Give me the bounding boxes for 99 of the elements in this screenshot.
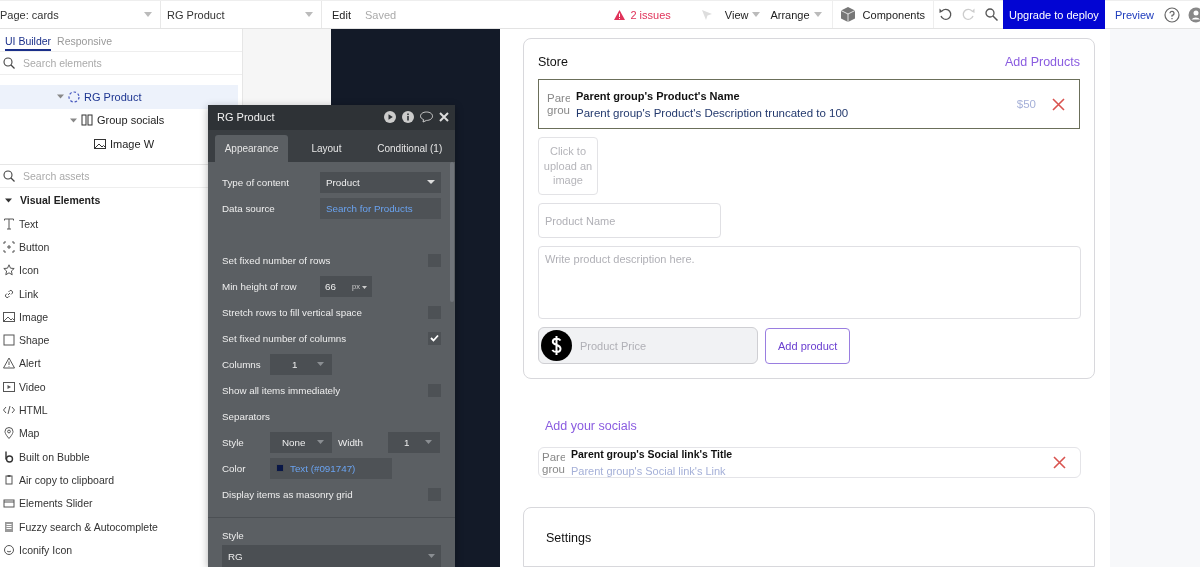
edit-menu[interactable]: Edit (332, 8, 351, 21)
card-title: Settings (546, 531, 592, 545)
product-price: $50 (1016, 98, 1036, 110)
bubble-logo-icon (3, 450, 15, 463)
caret-icon (752, 12, 761, 17)
style-dropdown[interactable]: RG (222, 545, 441, 567)
caret-icon (317, 440, 324, 444)
save-status: Saved (364, 8, 397, 21)
caret-icon (57, 93, 64, 101)
menu-item[interactable]: Arrange (770, 8, 822, 21)
search-icon (3, 57, 15, 69)
image-alt-text: Pare grou (547, 92, 570, 116)
image-alt-text: Pare grou (542, 450, 565, 475)
socials-heading: Add your socials (545, 419, 638, 433)
clipboard-icon (3, 473, 15, 486)
square-icon (3, 334, 15, 347)
search-field[interactable]: Search elements (21, 56, 221, 70)
add-products-link[interactable]: Add Products (1004, 55, 1080, 69)
add-product-button[interactable]: Add product (765, 327, 851, 364)
search-icon (3, 170, 15, 182)
upgrade-button[interactable]: Upgrade to deploy (1002, 0, 1105, 29)
card-title: Store (538, 55, 568, 69)
search-icon[interactable] (984, 8, 998, 21)
image-icon (94, 137, 106, 150)
search-field[interactable]: Search assets (21, 169, 221, 183)
map-pin-icon (3, 427, 15, 440)
caret-icon (5, 196, 12, 204)
components-button[interactable]: Components (831, 1, 934, 28)
caret-icon (813, 12, 822, 17)
scrollbar[interactable] (450, 162, 454, 302)
help-icon[interactable] (1164, 6, 1180, 23)
caret-icon (144, 12, 152, 17)
product-name: Parent group's Product's Name (576, 89, 741, 102)
button-icon (3, 240, 15, 253)
info-icon[interactable] (402, 111, 414, 124)
play-icon[interactable] (384, 111, 396, 124)
caret-icon (305, 12, 313, 17)
video-icon (3, 380, 15, 393)
smiley-icon (3, 543, 15, 556)
undo-icon[interactable] (938, 8, 952, 21)
editor-title: RG Product (217, 111, 275, 124)
field-label: Width (338, 436, 365, 448)
image-icon (3, 310, 15, 323)
issues-link[interactable]: 2 issues (614, 8, 671, 21)
checkbox[interactable] (428, 331, 441, 345)
group-icon (81, 114, 93, 127)
document-icon (3, 520, 15, 533)
code-icon (3, 404, 15, 416)
cube-icon (840, 7, 855, 22)
field-label: Style (222, 436, 245, 448)
field-label: Color (222, 462, 247, 474)
width-dropdown[interactable]: 1 (388, 431, 440, 453)
tree-item[interactable]: RG Product (0, 85, 238, 109)
field-label: Data source (222, 202, 276, 214)
page-dropdown[interactable]: Page: cards (0, 1, 161, 28)
star-icon (3, 264, 15, 277)
description-field[interactable]: Write product description here. (538, 246, 1081, 319)
caret-icon (428, 554, 435, 558)
field-label: Set fixed number of columns (222, 332, 348, 344)
alert-icon (3, 357, 15, 370)
editor-tab[interactable]: Conditional (1) (364, 135, 455, 162)
caret-icon (70, 116, 77, 124)
asset-item[interactable]: Text (0, 212, 242, 236)
section-label: Separators (222, 410, 271, 422)
caret-icon (427, 180, 435, 184)
dollar-icon (541, 330, 572, 361)
caret-icon (317, 362, 324, 366)
product-description: Parent group's Product's Description truncated to 100 (576, 106, 850, 119)
text-icon (3, 217, 15, 230)
avatar-icon[interactable] (1188, 6, 1200, 23)
caret-icon (362, 285, 367, 289)
columns-dropdown[interactable]: 1 (270, 353, 332, 375)
field-label: Min height of row (222, 280, 298, 292)
field-label: Set fixed number of rows (222, 254, 332, 266)
preview-link[interactable]: Preview (1114, 8, 1154, 21)
checkmark-icon (430, 334, 439, 342)
comment-icon[interactable] (420, 111, 433, 124)
link-icon (3, 287, 15, 300)
section-label: Style (222, 530, 244, 541)
editor-tab[interactable]: Layout (288, 135, 365, 162)
repeating-group-icon (68, 90, 80, 103)
field-label: Display items as masonry grid (222, 488, 354, 500)
menu-item[interactable]: View (724, 8, 761, 21)
editor-tab[interactable]: Appearance (215, 135, 289, 162)
price-field[interactable]: Product Price (538, 327, 758, 364)
slider-icon (3, 497, 15, 510)
panel-tab[interactable]: UI Builder (5, 35, 52, 51)
style-dropdown[interactable]: None (270, 431, 332, 453)
element-dropdown[interactable]: RG Product (161, 1, 322, 28)
field-label: Columns (222, 358, 262, 370)
content-type-dropdown[interactable]: Product (320, 171, 441, 193)
caret-icon (425, 440, 432, 444)
warning-icon (614, 9, 626, 20)
field-label: Show all items immediately (222, 384, 342, 396)
product-name-field[interactable]: Product Name (538, 203, 721, 238)
social-link-url: Parent group's Social link's Link (571, 465, 727, 477)
social-link-title: Parent group's Social link's Title (571, 448, 734, 460)
field-label: Type of content (222, 176, 290, 188)
field-label: Stretch rows to fill vertical space (222, 306, 363, 318)
